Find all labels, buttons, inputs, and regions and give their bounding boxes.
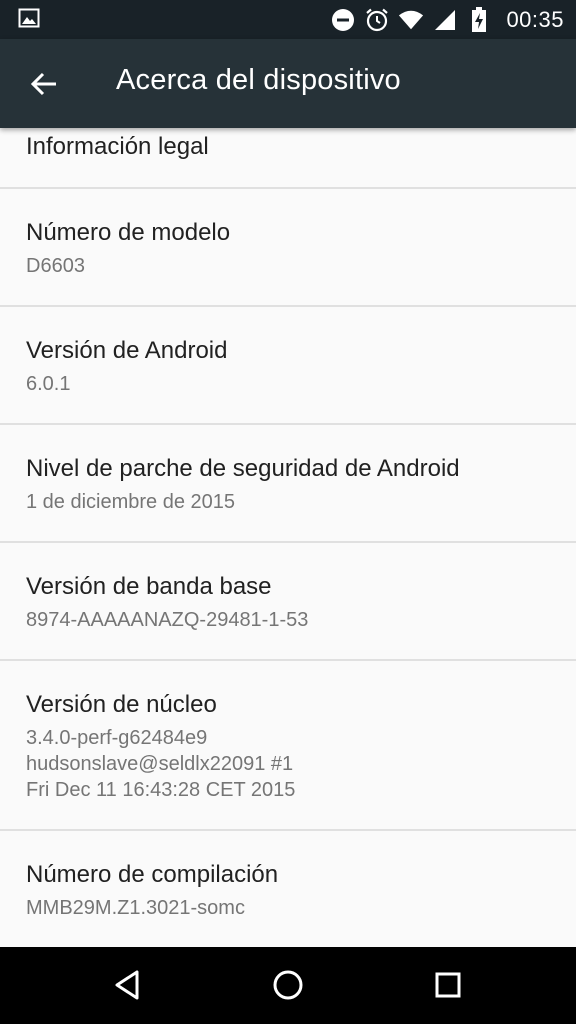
- arrow-back-icon[interactable]: [28, 67, 62, 101]
- list-item-summary: 3.4.0-perf-g62484e9 hudsonslave@seldlx22…: [26, 727, 296, 801]
- list-item-summary: 1 de diciembre de 2015: [26, 491, 236, 513]
- list-item-kernel-version[interactable]: Versión de núcleo 3.4.0-perf-g62484e9 hu…: [0, 661, 576, 829]
- gallery-icon: [18, 8, 40, 28]
- list-item-model-number[interactable]: Número de modelo D6603: [0, 189, 576, 305]
- battery-charging-icon: [466, 6, 492, 33]
- list-item-build-number[interactable]: Número de compilación MMB29M.Z1.3021-som…: [0, 831, 576, 947]
- status-bar: 00:35: [0, 0, 576, 39]
- list-item-android-version[interactable]: Versión de Android 6.0.1: [0, 307, 576, 423]
- settings-list: Información legal Número de modelo D6603…: [0, 128, 576, 947]
- wifi-icon: [398, 7, 424, 33]
- page-title: Acerca del dispositivo: [116, 64, 401, 96]
- list-item-title: Versión de Android: [26, 337, 228, 364]
- list-item-baseband-version[interactable]: Versión de banda base 8974-AAAAANAZQ-294…: [0, 543, 576, 659]
- list-item-summary: MMB29M.Z1.3021-somc: [26, 897, 245, 919]
- navigation-bar: [0, 947, 576, 1024]
- list-item-security-patch[interactable]: Nivel de parche de seguridad de Android …: [0, 425, 576, 541]
- list-item-summary: 8974-AAAAANAZQ-29481-1-53: [26, 609, 309, 631]
- alarm-icon: [364, 7, 390, 33]
- recents-square-icon[interactable]: [428, 965, 468, 1005]
- list-item-title: Nivel de parche de seguridad de Android: [26, 455, 460, 482]
- status-time: 00:35: [506, 6, 564, 32]
- list-item-title: Número de compilación: [26, 861, 279, 888]
- list-item-title: Versión de núcleo: [26, 691, 217, 718]
- list-item-legal-info[interactable]: Información legal: [0, 128, 576, 188]
- list-item-summary: D6603: [26, 255, 85, 277]
- list-item-title: Versión de banda base: [26, 573, 272, 600]
- app-toolbar: Acerca del dispositivo: [0, 39, 576, 128]
- back-triangle-icon[interactable]: [108, 965, 148, 1005]
- list-item-title: Número de modelo: [26, 219, 231, 246]
- list-item-summary: 6.0.1: [26, 373, 71, 395]
- home-circle-icon[interactable]: [268, 965, 308, 1005]
- list-item-title: Información legal: [26, 133, 209, 160]
- status-icons: 00:35: [330, 0, 564, 39]
- do-not-disturb-icon: [330, 7, 356, 33]
- signal-icon: [432, 7, 458, 33]
